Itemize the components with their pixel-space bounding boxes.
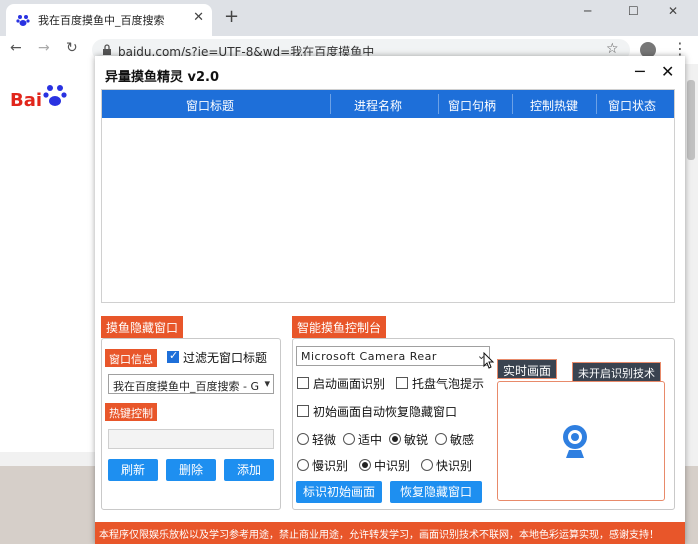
radio-keen-label: 敏锐 <box>404 433 429 447</box>
window-list-table[interactable]: 窗口标题 进程名称 窗口句柄 控制热键 窗口状态 <box>101 89 675 303</box>
add-button[interactable]: 添加 <box>224 459 274 481</box>
new-tab-button[interactable]: + <box>224 6 239 27</box>
filter-untitled-label: 过滤无窗口标题 <box>183 351 268 365</box>
footer-text: 本程序仅限娱乐放松以及学习参考用途，禁止商业用途，允许转发学习，画面识别技术不联… <box>99 530 659 541</box>
column-window-title[interactable]: 窗口标题 <box>186 97 234 114</box>
camera-select[interactable]: Microsoft Camera Rear ⌄ <box>296 346 490 366</box>
page-scroll-thumb[interactable] <box>687 80 695 160</box>
back-button[interactable]: ← <box>10 40 22 56</box>
hide-window-section-tag: 摸鱼隐藏窗口 <box>101 316 184 338</box>
window-info-tag: 窗口信息 <box>105 349 157 367</box>
control-section-tag: 智能摸鱼控制台 <box>292 316 387 338</box>
app-window: 异量摸鱼精灵 v2.0 ─ ✕ 窗口标题 进程名称 窗口句柄 控制热键 窗口状态… <box>95 56 685 544</box>
column-window-handle[interactable]: 窗口句柄 <box>448 97 496 114</box>
radio-moderate[interactable] <box>343 433 355 445</box>
radio-sensitive-label: 敏感 <box>450 433 475 447</box>
column-window-status[interactable]: 窗口状态 <box>608 97 656 114</box>
app-close-button[interactable]: ✕ <box>661 62 674 81</box>
filter-untitled-checkbox[interactable] <box>167 349 179 363</box>
recognition-status-badge: 未开启识别技术 <box>572 362 661 382</box>
chevron-down-icon: ▾ <box>264 377 270 390</box>
restore-hidden-window-button[interactable]: 恢复隐藏窗口 <box>390 481 482 503</box>
window-maximize-button[interactable]: ☐ <box>628 4 639 18</box>
star-icon[interactable]: ☆ <box>606 41 619 57</box>
radio-fast-label: 快识别 <box>436 459 473 473</box>
refresh-button[interactable]: 刷新 <box>108 459 158 481</box>
column-hotkey[interactable]: 控制热键 <box>530 97 578 114</box>
tray-tip-label: 托盘气泡提示 <box>412 377 485 391</box>
radio-slight[interactable] <box>297 433 309 445</box>
window-select[interactable]: 我在百度摸鱼中_百度搜索 - Go ▾ <box>108 374 274 394</box>
webcam-icon <box>563 425 587 458</box>
radio-medium-label: 中识别 <box>374 459 411 473</box>
table-header: 窗口标题 进程名称 窗口句柄 控制热键 窗口状态 <box>102 90 674 118</box>
browser-tabstrip: 我在百度摸鱼中_百度搜索 ✕ + ─ ☐ ✕ <box>0 0 698 36</box>
camera-select-value: Microsoft Camera Rear <box>301 350 437 363</box>
mark-initial-frame-button[interactable]: 标识初始画面 <box>296 481 382 503</box>
window-close-button[interactable]: ✕ <box>668 4 678 18</box>
hotkey-control-tag: 热键控制 <box>105 403 157 421</box>
app-title: 异量摸鱼精灵 v2.0 <box>105 70 220 85</box>
hotkey-input[interactable] <box>108 429 274 449</box>
start-recognition-label: 启动画面识别 <box>313 377 386 391</box>
column-divider <box>330 94 331 114</box>
browser-tab[interactable]: 我在百度摸鱼中_百度搜索 ✕ <box>6 4 212 36</box>
radio-keen[interactable] <box>389 433 401 445</box>
tray-tip-checkbox[interactable] <box>396 377 408 389</box>
tab-close-icon[interactable]: ✕ <box>193 10 204 25</box>
column-process-name[interactable]: 进程名称 <box>354 97 402 114</box>
radio-medium[interactable] <box>359 459 371 471</box>
radio-moderate-label: 适中 <box>358 433 383 447</box>
radio-slight-label: 轻微 <box>312 433 337 447</box>
auto-restore-checkbox[interactable] <box>297 405 309 417</box>
live-preview-tag: 实时画面 <box>497 359 558 379</box>
column-divider <box>512 94 513 114</box>
reload-button[interactable]: ↻ <box>66 40 78 56</box>
column-divider <box>438 94 439 114</box>
window-minimize-button[interactable]: ─ <box>584 4 591 18</box>
radio-slow[interactable] <box>297 459 309 471</box>
radio-sensitive[interactable] <box>435 433 447 445</box>
baidu-logo: Bai <box>10 90 43 111</box>
baidu-favicon-icon <box>16 15 30 26</box>
window-select-value: 我在百度摸鱼中_百度搜索 - Go <box>113 380 259 393</box>
mouse-cursor-icon <box>483 352 495 369</box>
forward-button[interactable]: → <box>38 40 50 56</box>
start-recognition-checkbox[interactable] <box>297 377 309 389</box>
column-divider <box>596 94 597 114</box>
lock-icon <box>103 44 111 55</box>
delete-button[interactable]: 删除 <box>166 459 216 481</box>
radio-fast[interactable] <box>421 459 433 471</box>
tab-title: 我在百度摸鱼中_百度搜索 <box>38 14 165 27</box>
baidu-paw-icon <box>43 85 67 106</box>
footer-banner: 本程序仅限娱乐放松以及学习参考用途，禁止商业用途，允许转发学习，画面识别技术不联… <box>95 522 685 544</box>
radio-slow-label: 慢识别 <box>312 459 349 473</box>
app-minimize-button[interactable]: ─ <box>635 62 645 81</box>
auto-restore-label: 初始画面自动恢复隐藏窗口 <box>313 405 458 419</box>
